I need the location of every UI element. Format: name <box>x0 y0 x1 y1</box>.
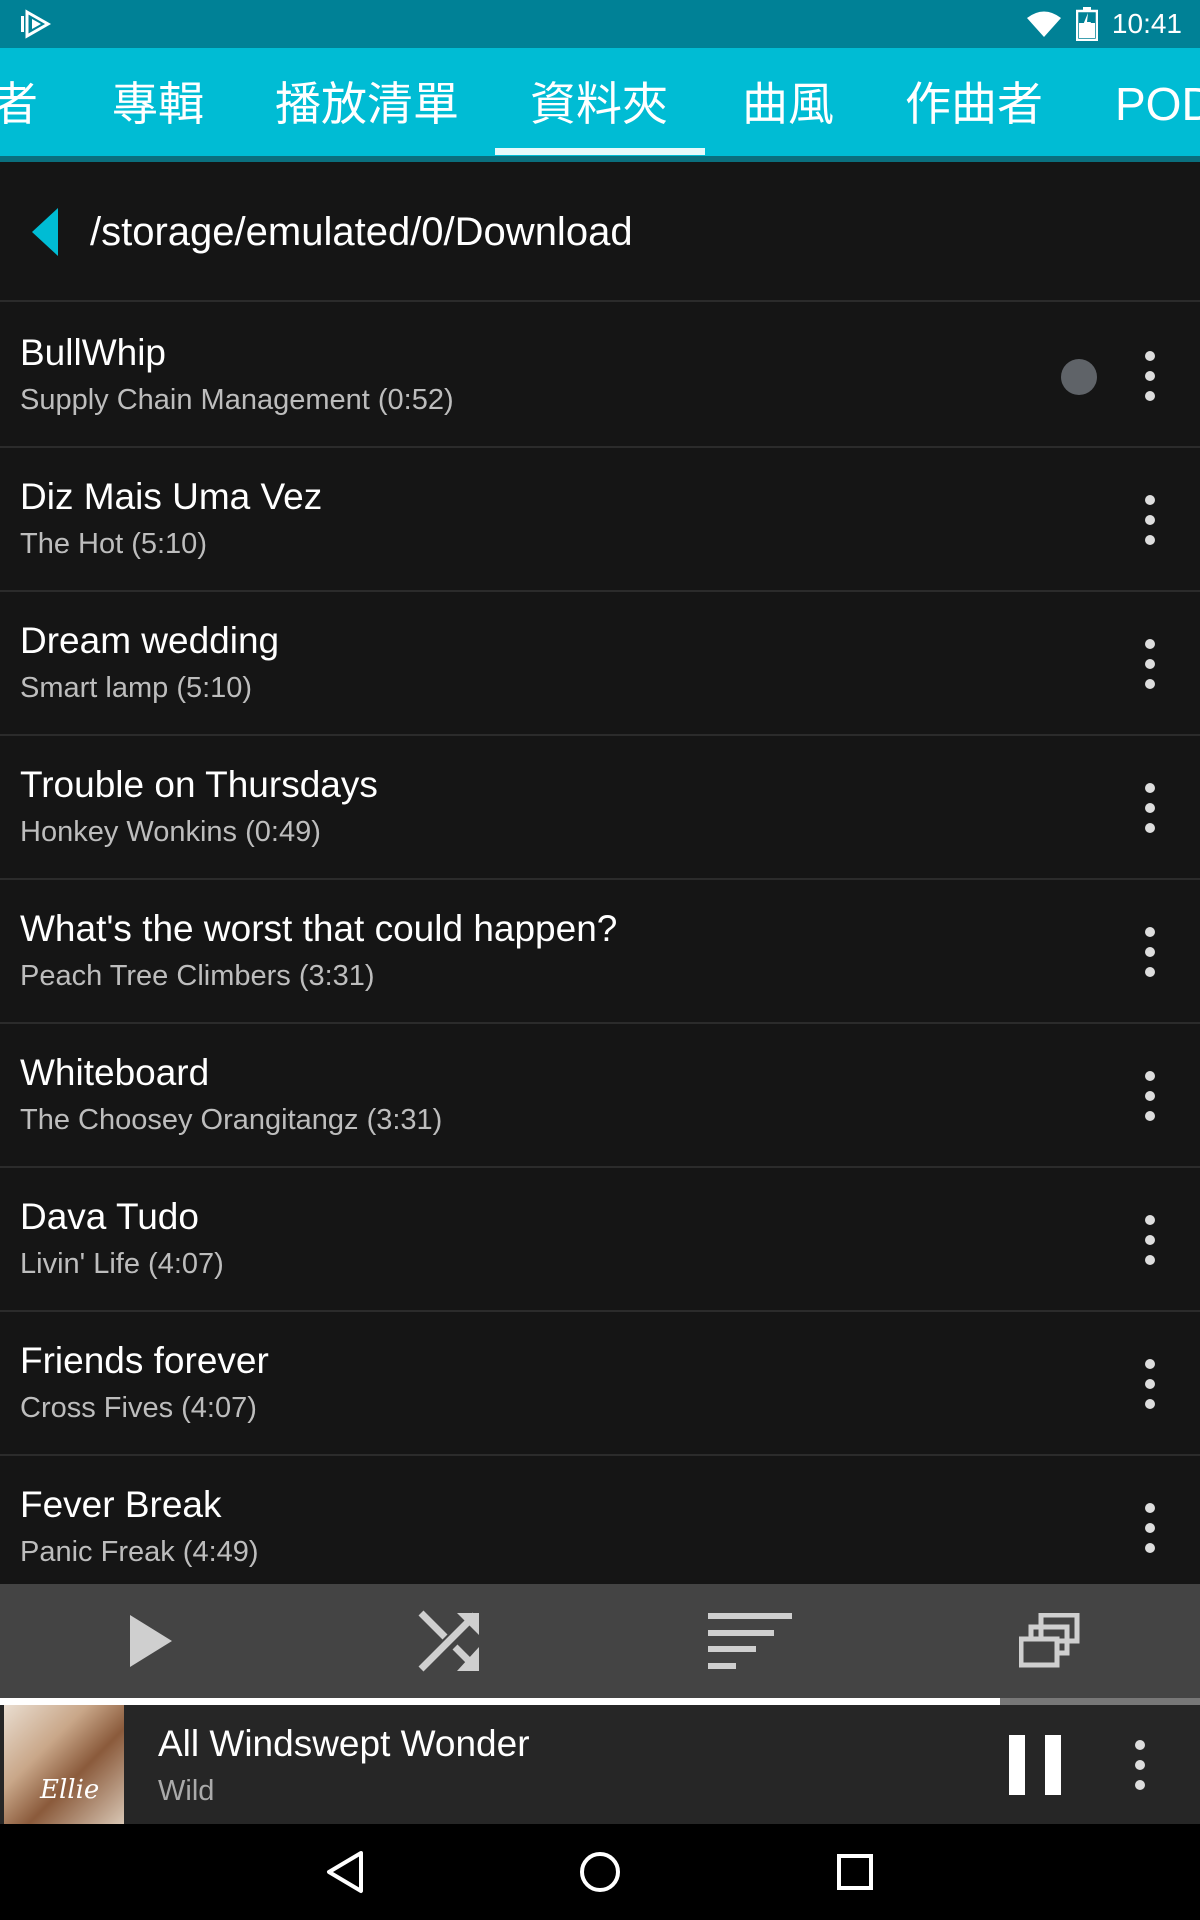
overflow-menu-icon[interactable] <box>1130 1066 1170 1126</box>
sort-icon <box>708 1613 792 1669</box>
playback-progress-bar[interactable] <box>0 1698 1200 1705</box>
now-playing-indicator-icon <box>1061 359 1097 395</box>
queue-icon <box>1019 1613 1080 1668</box>
track-subtitle: Supply Chain Management (0:52) <box>20 384 454 416</box>
now-playing-title: All Windswept Wonder <box>158 1723 530 1764</box>
track-title: Whiteboard <box>20 1052 210 1093</box>
recents-square-icon <box>837 1854 873 1890</box>
track-row[interactable]: BullWhip Supply Chain Management (0:52) <box>0 304 1200 448</box>
overflow-menu-icon[interactable] <box>1130 1210 1170 1270</box>
nav-home-button[interactable] <box>570 1842 630 1902</box>
track-row[interactable]: Friends forever Cross Fives (4:07) <box>0 1312 1200 1456</box>
play-icon <box>130 1615 172 1667</box>
track-title: Friends forever <box>20 1340 269 1381</box>
track-subtitle: Smart lamp (5:10) <box>20 672 253 704</box>
back-triangle-icon <box>327 1851 363 1893</box>
track-subtitle: Panic Freak (4:49) <box>20 1536 259 1568</box>
overflow-menu-icon[interactable] <box>1120 1735 1160 1795</box>
tab-bar: 者 專輯 播放清單 資料夾 曲風 作曲者 POD <box>0 48 1200 160</box>
track-title: Diz Mais Uma Vez <box>20 476 323 517</box>
home-circle-icon <box>580 1852 620 1892</box>
tab-podcasts[interactable]: POD <box>1115 48 1200 160</box>
queue-button[interactable] <box>900 1584 1200 1698</box>
tab-selected-indicator <box>495 148 705 155</box>
system-navigation-bar <box>0 1824 1200 1920</box>
track-title: Trouble on Thursdays <box>20 764 378 805</box>
track-subtitle: Cross Fives (4:07) <box>20 1392 257 1424</box>
overflow-menu-icon[interactable] <box>1130 346 1170 406</box>
now-playing-bar[interactable]: Ellie All Windswept Wonder Wild <box>0 1705 1200 1824</box>
overflow-menu-icon[interactable] <box>1130 490 1170 550</box>
folder-path: /storage/emulated/0/Download <box>90 210 633 254</box>
track-row[interactable]: Whiteboard The Choosey Orangitangz (3:31… <box>0 1024 1200 1168</box>
play-all-button[interactable] <box>0 1584 300 1698</box>
battery-icon <box>1075 7 1098 41</box>
shuffle-icon <box>418 1610 479 1672</box>
track-title: Dream wedding <box>20 620 280 661</box>
clock: 10:41 <box>1111 8 1182 39</box>
tab-playlists[interactable]: 播放清單 <box>275 48 459 160</box>
track-row[interactable]: Trouble on Thursdays Honkey Wonkins (0:4… <box>0 736 1200 880</box>
status-bar: 10:41 <box>0 0 1200 48</box>
playback-controls-bar <box>0 1584 1200 1698</box>
track-row[interactable]: Dava Tudo Livin' Life (4:07) <box>0 1168 1200 1312</box>
track-title: What's the worst that could happen? <box>20 908 618 949</box>
track-list: BullWhip Supply Chain Management (0:52) … <box>0 304 1200 1584</box>
track-subtitle: Livin' Life (4:07) <box>20 1248 224 1280</box>
overflow-menu-icon[interactable] <box>1130 1354 1170 1414</box>
track-subtitle: The Choosey Orangitangz (3:31) <box>20 1104 443 1136</box>
tab-albums[interactable]: 專輯 <box>112 48 204 160</box>
overflow-menu-icon[interactable] <box>1130 778 1170 838</box>
overflow-menu-icon[interactable] <box>1130 922 1170 982</box>
track-row[interactable]: Fever Break Panic Freak (4:49) <box>0 1456 1200 1584</box>
track-row[interactable]: Dream wedding Smart lamp (5:10) <box>0 592 1200 736</box>
track-row[interactable]: Diz Mais Uma Vez The Hot (5:10) <box>0 448 1200 592</box>
track-title: BullWhip <box>20 332 166 373</box>
track-title: Fever Break <box>20 1484 222 1525</box>
overflow-menu-icon[interactable] <box>1130 1498 1170 1558</box>
album-art[interactable]: Ellie <box>4 1705 124 1824</box>
pause-icon[interactable] <box>1005 1733 1065 1797</box>
album-art-text: Ellie <box>40 1775 100 1805</box>
overflow-menu-icon[interactable] <box>1130 634 1170 694</box>
tab-composers[interactable]: 作曲者 <box>905 48 1043 160</box>
app-play-icon <box>21 9 52 39</box>
now-playing-artist: Wild <box>158 1775 215 1807</box>
track-subtitle: The Hot (5:10) <box>20 528 207 560</box>
tab-genres[interactable]: 曲風 <box>742 48 834 160</box>
wifi-icon <box>1026 11 1061 37</box>
track-subtitle: Honkey Wonkins (0:49) <box>20 816 321 848</box>
playback-progress-fill <box>0 1698 1000 1705</box>
track-title: Dava Tudo <box>20 1196 199 1237</box>
track-subtitle: Peach Tree Climbers (3:31) <box>20 960 375 992</box>
nav-back-button[interactable] <box>315 1842 375 1902</box>
tab-artist[interactable]: 者 <box>0 48 38 160</box>
folder-path-header: /storage/emulated/0/Download <box>0 162 1200 302</box>
back-arrow-icon[interactable] <box>30 206 60 258</box>
sort-button[interactable] <box>600 1584 900 1698</box>
track-row[interactable]: What's the worst that could happen? Peac… <box>0 880 1200 1024</box>
nav-recents-button[interactable] <box>825 1842 885 1902</box>
tab-folders[interactable]: 資料夾 <box>530 48 668 160</box>
shuffle-button[interactable] <box>300 1584 600 1698</box>
